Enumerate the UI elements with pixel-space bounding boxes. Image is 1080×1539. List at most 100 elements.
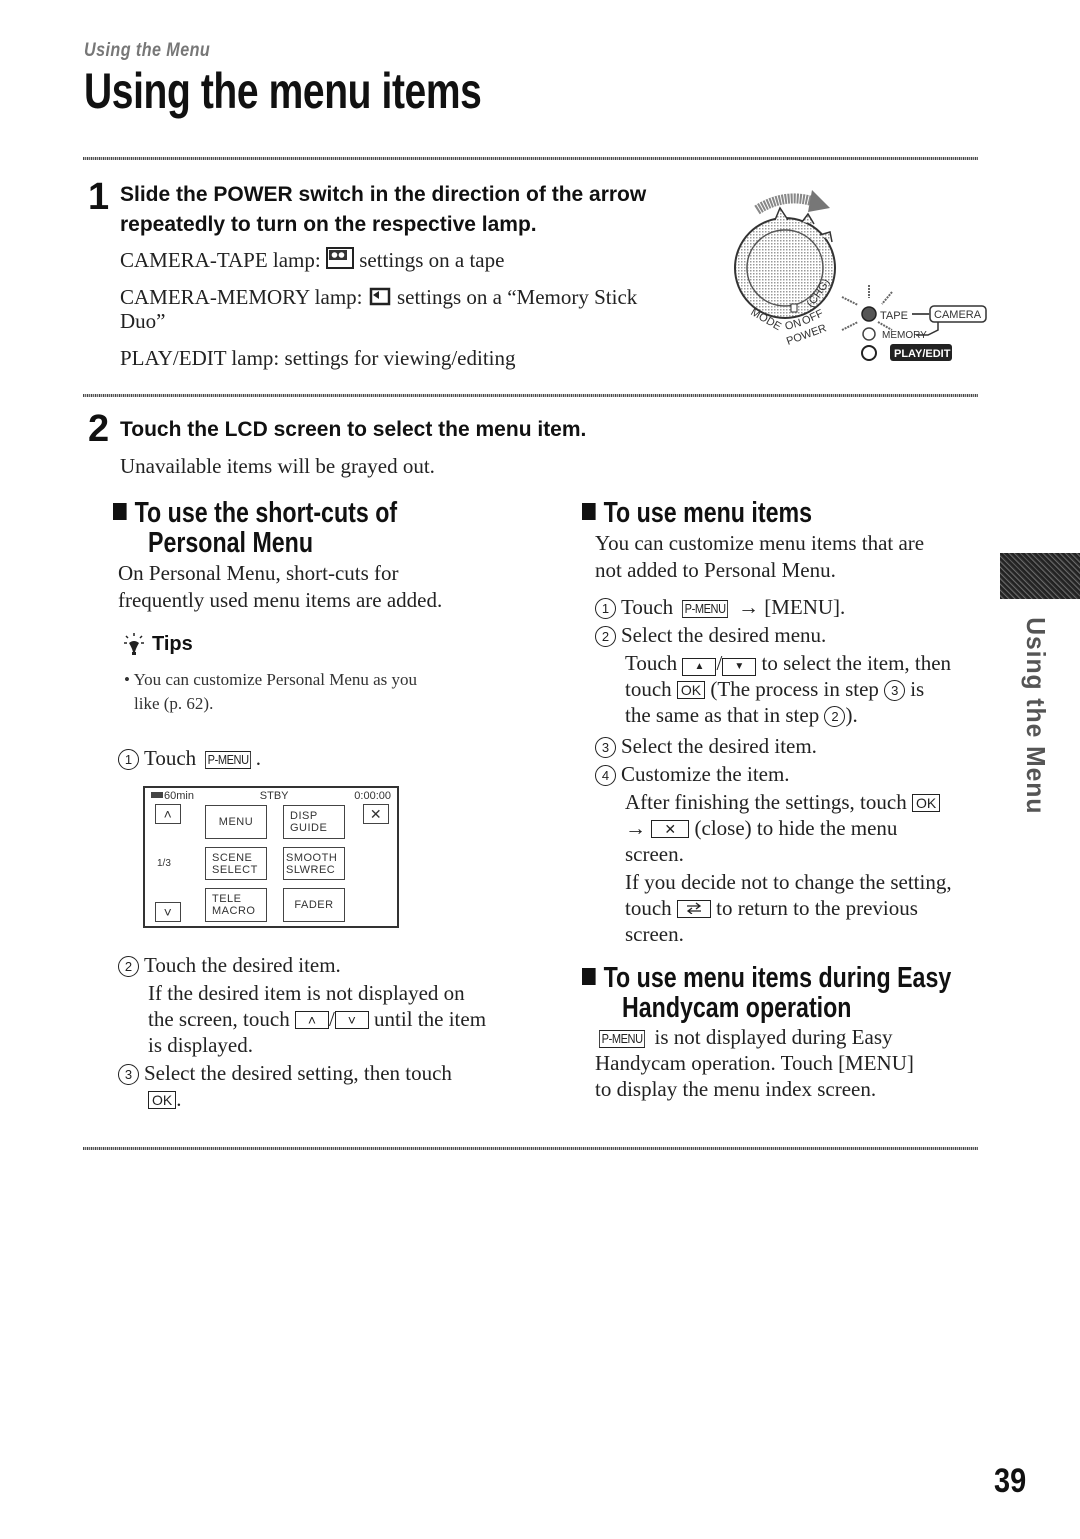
divider-middle [83,394,978,397]
lcd-status: STBY [259,790,289,802]
tape-icon [325,247,354,269]
step-2-heading: Touch the LCD screen to select the menu … [120,418,587,441]
scroll-down-key[interactable]: ˅ [334,1011,369,1029]
tape-lamp-label: TAPE [880,310,908,322]
tip-line1: • You can customize Personal Menu as you [124,670,418,689]
lamp-play-edit: PLAY/EDIT lamp: settings for viewing/edi… [120,346,516,370]
side-tab-marker [1000,553,1080,599]
tip-line2: like (p. 62). [134,694,214,713]
return-arrow-icon [686,902,701,915]
page-title: Using the menu items [84,63,482,119]
ok-key[interactable]: OK [148,1091,177,1109]
ok-key[interactable]: OK [676,681,706,699]
lamp-camera-memory: CAMERA-MEMORY lamp: settings on a “Memor… [120,285,638,309]
memory-stick-icon [368,286,392,306]
p-menu-key[interactable]: P-MENU [599,1030,646,1048]
lcd-status-bar: 60min STBY 0:00:00 [151,790,391,802]
arrow-right-icon: → [625,816,646,840]
menu-items-step-2-detail-3: the same as that in step 2). [625,703,858,727]
menu-items-step-4-detail-2: → ✕ (close) to hide the menu [625,816,898,840]
menu-items-step-4-detail-1: After finishing the settings, touch OK [625,789,941,815]
shortcuts-step-3: 3 Select the desired setting, then touch [118,1060,452,1086]
camera-label: CAMERA [934,309,982,321]
power-switch-illustration: MODE ON OFF (CHG) POWER TAPE MEMORY CAME… [720,180,990,375]
step-1-heading-line2: repeatedly to turn on the respective lam… [120,213,537,236]
lcd-page-indicator: 1/3 [157,858,171,869]
shortcuts-body-line2: frequently used menu items are added. [118,588,443,612]
shortcuts-step-1: 1 Touch P-MENU. [118,745,261,771]
shortcuts-step-3-ok: OK. [148,1086,181,1112]
shortcuts-step-2: 2 Touch the desired item. [118,952,341,978]
step-1-heading-line1: Slide the POWER switch in the direction … [120,183,647,206]
step-circle-2: 2 [118,956,139,977]
menu-items-step-4-detail-5: touch to return to the previous [625,896,918,920]
step-circle-1: 1 [118,749,139,770]
scroll-up-key[interactable]: ˄ [294,1011,329,1029]
lightbulb-icon [124,633,144,655]
battery-icon [151,792,163,798]
lcd-fader-button[interactable]: FADER [283,888,345,922]
page-number: 39 [994,1462,1027,1500]
tips-heading: Tips [124,632,193,656]
lcd-tele-macro-button[interactable]: TELE MACRO [205,888,267,922]
menu-items-body-line1: You can customize menu items that are [595,531,925,555]
lamp-camera-memory-cont: Duo” [120,309,166,333]
scroll-up-triangle-key[interactable]: ▲ [682,658,717,676]
menu-items-step-2-detail-2: touch OK (The process in step 3 is [625,677,925,701]
menu-items-body-line2: not added to Personal Menu. [595,558,836,582]
square-bullet-icon [113,503,127,520]
step-1-number: 1 [88,176,110,218]
menu-items-step-4-detail-4: If you decide not to change the setting, [625,870,952,894]
step-circle-3: 3 [595,737,616,758]
section-menu-items-heading: To use menu items [582,498,812,529]
lcd-scroll-up-button[interactable]: ˄ [155,804,181,824]
step-circle-1: 1 [595,598,616,619]
section-easy-handycam-heading-line1: To use menu items during Easy [582,963,951,994]
square-bullet-icon [582,968,596,985]
lamp-camera-tape: CAMERA-TAPE lamp: settings on a tape [120,247,505,272]
step-circle-2: 2 [595,626,616,647]
shortcuts-step-2-detail-2: the screen, touch ˄ / ˅ until the item [148,1007,487,1031]
menu-items-step-4: 4 Customize the item. [595,761,790,787]
lcd-screen: 60min STBY 0:00:00 ˄ MENU DISP GUIDE ✕ 1/… [143,786,399,928]
divider-top [83,157,978,160]
p-menu-key[interactable]: P-MENU [682,600,729,618]
side-tab-label: Using the Menu [1021,617,1051,815]
shortcuts-body-line1: On Personal Menu, short-cuts for [118,561,399,585]
lcd-scroll-down-button[interactable]: ˅ [155,902,181,922]
shortcuts-step-2-detail-1: If the desired item is not displayed on [148,981,465,1005]
menu-items-step-2: 2 Select the desired menu. [595,622,826,648]
memory-lamp-label: MEMORY [882,330,927,341]
step-circle-4: 4 [595,765,616,786]
shortcuts-step-2-detail-3: is displayed. [148,1033,253,1057]
easy-handycam-line3: to display the menu index screen. [595,1077,877,1101]
section-easy-handycam-heading-line2: Handycam operation [622,992,852,1024]
p-menu-key[interactable]: P-MENU [205,751,252,769]
menu-items-step-4-detail-6: screen. [625,922,684,946]
step-circle-3: 3 [118,1064,139,1085]
lcd-disp-guide-button[interactable]: DISP GUIDE [283,805,345,839]
section-shortcuts-heading-line2: Personal Menu [148,527,314,559]
scroll-down-triangle-key[interactable]: ▼ [722,658,757,676]
divider-bottom [83,1147,978,1150]
close-key[interactable]: ✕ [651,820,690,838]
lcd-smooth-slwrec-button[interactable]: SMOOTH SLWREC [283,847,345,880]
step-2-note: Unavailable items will be grayed out. [120,454,435,478]
return-key[interactable] [676,900,711,918]
lcd-close-button[interactable]: ✕ [363,804,389,824]
ok-key[interactable]: OK [911,794,941,812]
menu-items-step-1: 1 Touch P-MENU → [MENU]. [595,594,845,620]
power-dial-graphic: MODE ON OFF (CHG) POWER TAPE MEMORY CAME… [734,190,987,361]
lcd-menu-button[interactable]: MENU [205,805,267,839]
step-circle-2-ref: 2 [824,706,846,727]
easy-handycam-line2: Handycam operation. Touch [MENU] [595,1051,914,1075]
menu-items-step-4-detail-3: screen. [625,842,684,866]
menu-items-step-2-detail-1: Touch ▲ / ▼ to select the item, then [625,651,952,676]
breadcrumb: Using the Menu [84,40,211,61]
step-2-number: 2 [88,408,110,450]
easy-handycam-line1: P-MENU is not displayed during Easy [595,1024,893,1050]
lcd-timecode: 0:00:00 [354,790,391,802]
step-circle-3-ref: 3 [884,680,906,701]
lcd-scene-select-button[interactable]: SCENE SELECT [205,847,267,880]
menu-items-step-3: 3 Select the desired item. [595,733,817,759]
